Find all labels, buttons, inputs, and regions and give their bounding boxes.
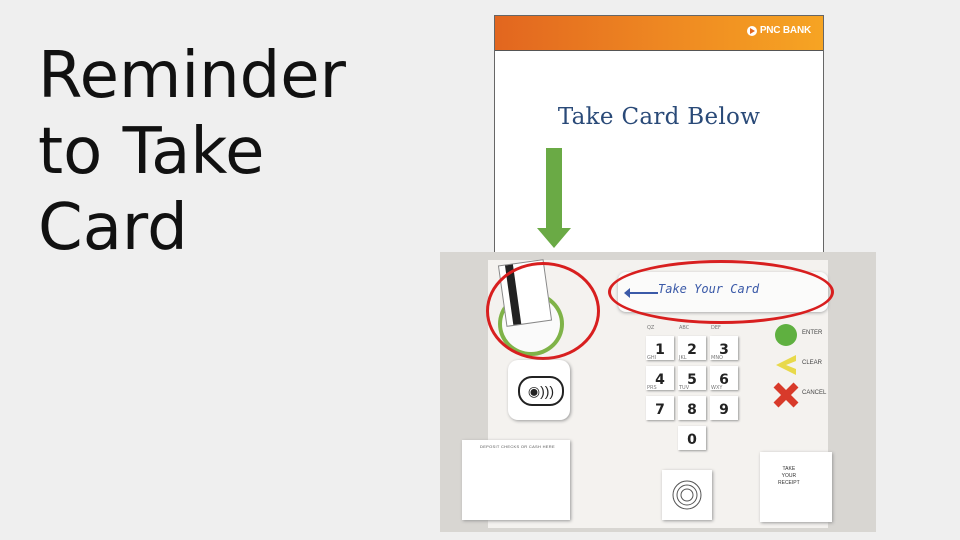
down-arrow-icon	[537, 148, 571, 248]
enter-button[interactable]: ENTER	[772, 322, 822, 348]
card-slot-highlight	[486, 262, 600, 360]
x-icon	[773, 382, 799, 408]
receipt-slot[interactable]: TAKE YOUR RECEIPT	[760, 452, 832, 522]
receipt-label: TAKE YOUR RECEIPT	[778, 466, 800, 486]
deposit-label: DEPOSIT CHECKS OR CASH HERE	[480, 444, 555, 449]
circle-icon	[775, 324, 797, 346]
contactless-icon: ◉)))	[518, 376, 564, 406]
bank-logo: PNC BANK	[746, 25, 811, 36]
slide-title: Reminder to Take Card	[38, 38, 378, 266]
title-line-2: to Take	[38, 115, 265, 189]
key-0[interactable]: 0	[678, 426, 706, 450]
key-7[interactable]: PRS 7	[646, 385, 674, 420]
bank-name: PNC BANK	[759, 25, 811, 36]
pnc-logo-icon	[746, 25, 757, 36]
key-9[interactable]: WXY 9	[710, 385, 738, 420]
fingerprint-icon	[672, 480, 702, 510]
contactless-reader[interactable]: ◉)))	[508, 360, 570, 420]
take-card-highlight	[608, 260, 834, 324]
title-line-3: Card	[38, 191, 188, 265]
atm-prototype-photo: Take Your Card QZ 1 ABC 2 DEF 3 GHI 4 JKL 5 M…	[440, 252, 876, 532]
deposit-slot[interactable]: DEPOSIT CHECKS OR CASH HERE	[462, 440, 570, 520]
take-card-message: Take Card Below	[557, 104, 761, 130]
chevron-left-icon	[776, 355, 796, 375]
key-8[interactable]: TUV 8	[678, 385, 706, 420]
clear-button[interactable]: CLEAR	[772, 352, 822, 378]
title-line-1: Reminder	[38, 39, 346, 113]
keypad: QZ 1 ABC 2 DEF 3 GHI 4 JKL 5 MNO 6 PRS 7 TUV 8 W…	[636, 325, 738, 458]
screen-header-bar: PNC BANK	[495, 16, 823, 51]
fingerprint-reader[interactable]	[662, 470, 712, 520]
cancel-button[interactable]: CANCEL	[772, 382, 826, 408]
